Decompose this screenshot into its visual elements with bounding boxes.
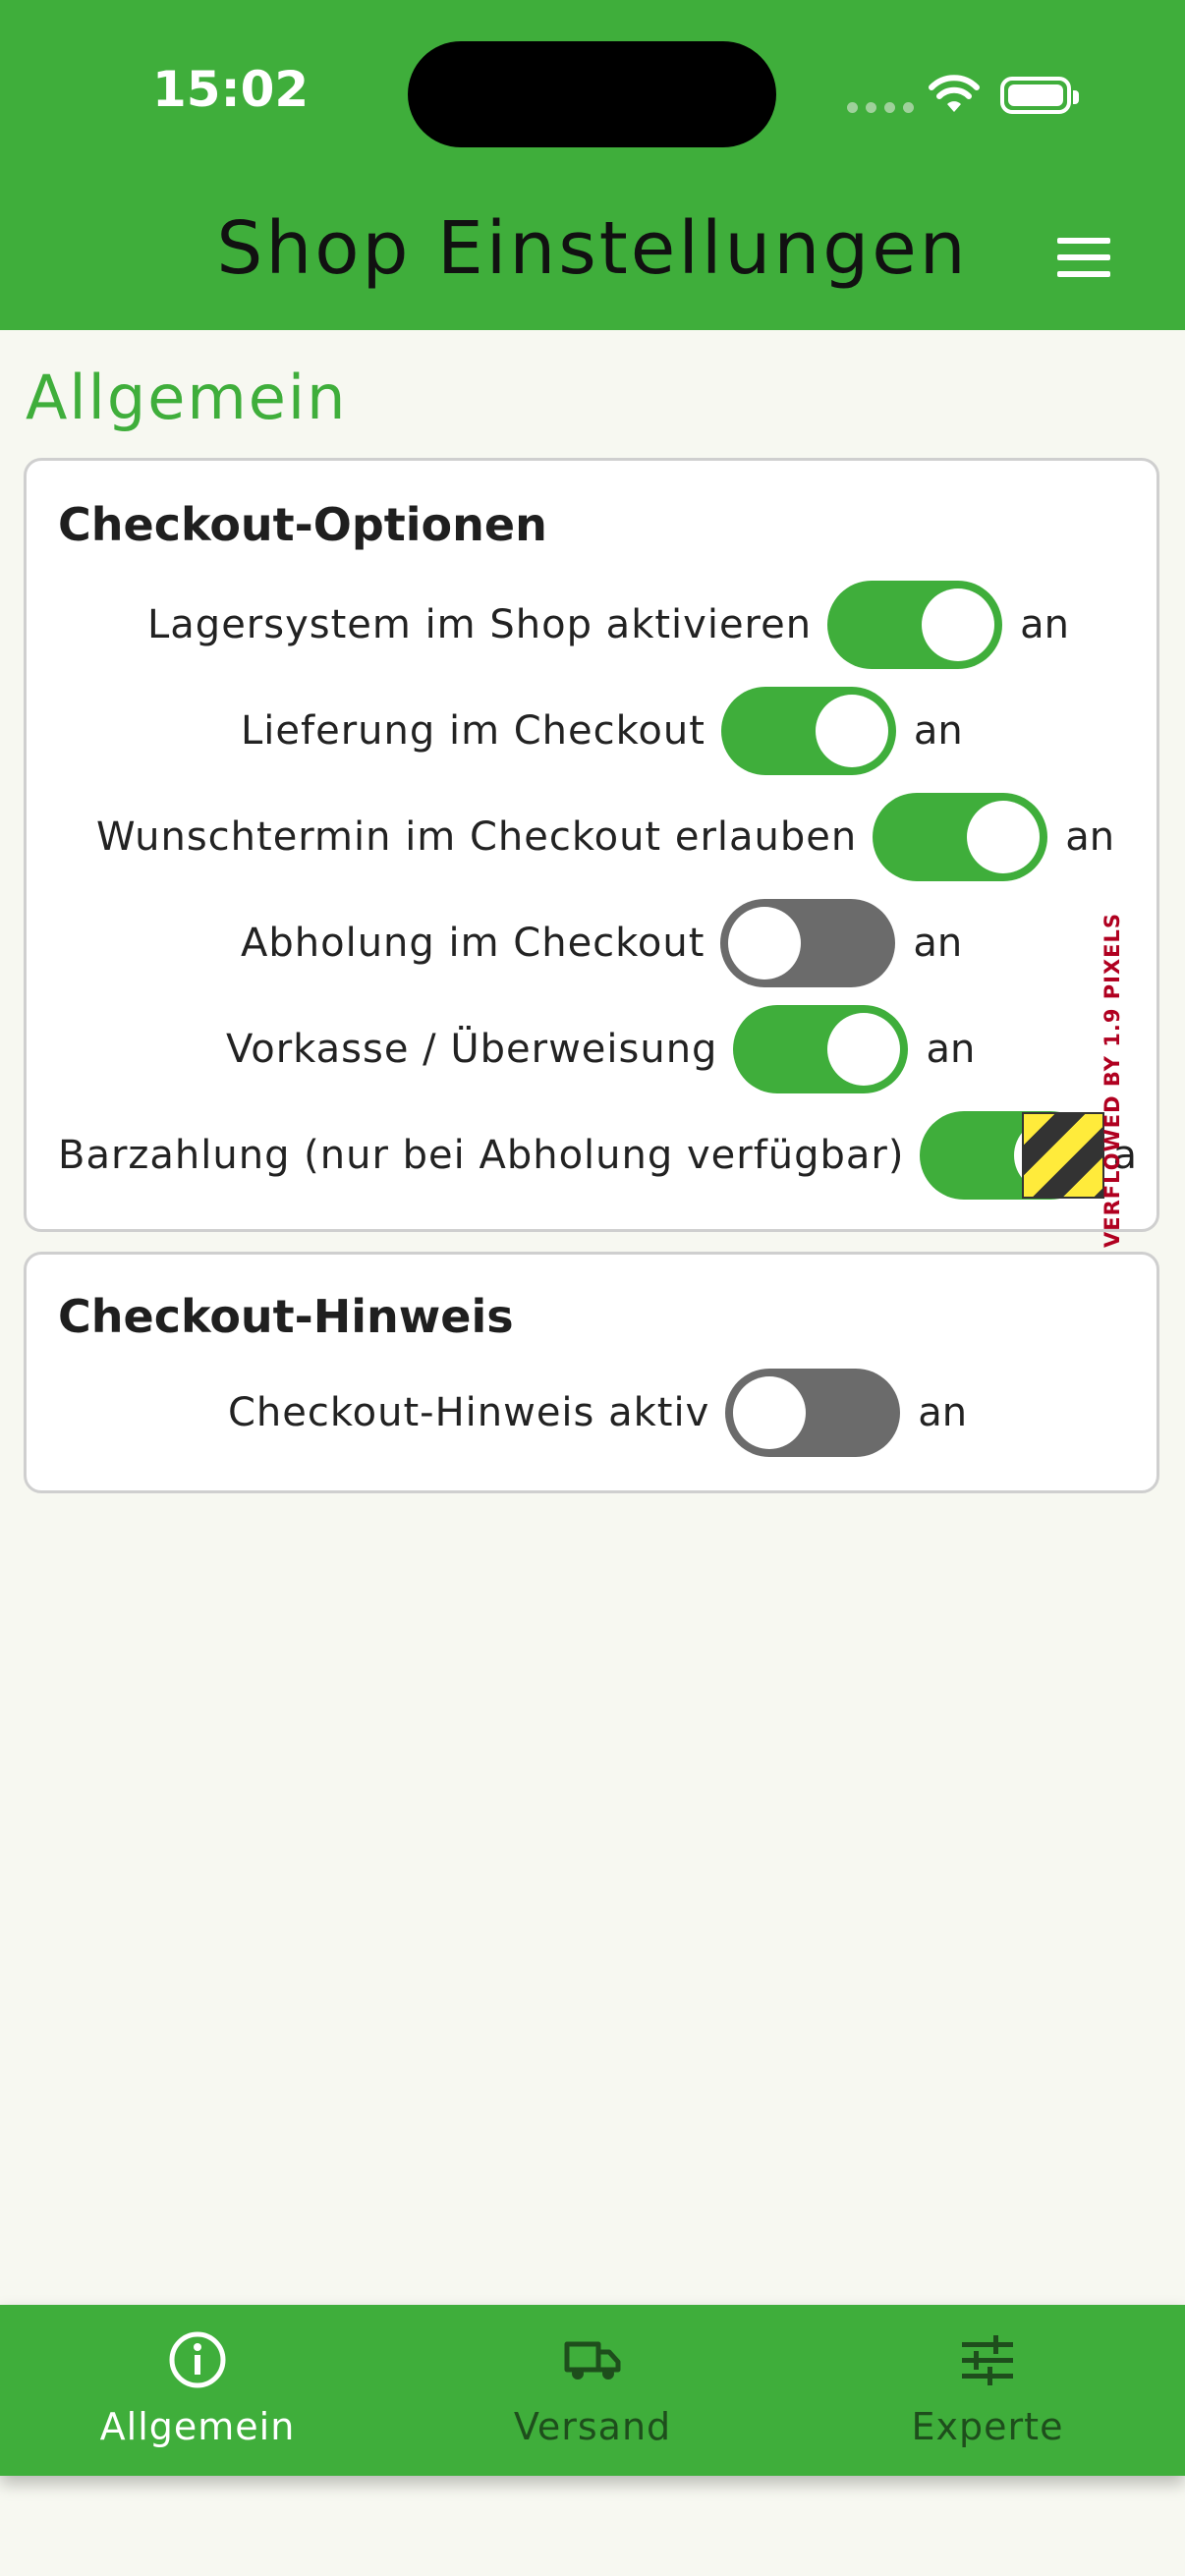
- setting-row-wunschtermin: Wunschtermin im Checkout erlauben an: [96, 793, 1114, 881]
- nav-label: Experte: [911, 2405, 1064, 2448]
- setting-state: an: [918, 1390, 968, 1435]
- setting-label: Lagersystem im Shop aktivieren: [147, 602, 813, 647]
- setting-state: an: [913, 921, 963, 966]
- nav-item-experte[interactable]: Experte: [790, 2305, 1185, 2476]
- menu-button[interactable]: [1042, 228, 1120, 287]
- nav-label: Versand: [513, 2405, 672, 2448]
- dynamic-island: [408, 41, 776, 147]
- status-time: 15:02: [152, 61, 310, 118]
- hamburger-menu-icon: [1057, 238, 1110, 244]
- section-title: Allgemein: [26, 362, 348, 433]
- setting-state: an: [1020, 602, 1069, 647]
- card-title: Checkout-Hinweis: [58, 1290, 514, 1343]
- truck-icon: [564, 2341, 621, 2380]
- overflow-warning-text: VERFLOWED BY 1.9 PIXELS: [1100, 913, 1124, 1248]
- abholung-toggle[interactable]: [720, 899, 896, 987]
- setting-state: an: [926, 1027, 976, 1072]
- setting-row-checkout-hinweis: Checkout-Hinweis aktiv an: [228, 1369, 967, 1457]
- setting-label: Vorkasse / Überweisung: [226, 1027, 718, 1072]
- bottom-navigation: Allgemein Versand Experte: [0, 2305, 1185, 2476]
- lagersystem-toggle[interactable]: [827, 581, 1003, 669]
- nav-item-versand[interactable]: Versand: [395, 2305, 790, 2476]
- setting-row-vorkasse: Vorkasse / Überweisung an: [226, 1005, 975, 1093]
- wifi-icon: [929, 75, 980, 112]
- app-bar: 15:02 Shop Einstellungen: [0, 0, 1185, 330]
- setting-label: Lieferung im Checkout: [241, 708, 705, 754]
- checkout-hint-card: Checkout-Hinweis Checkout-Hinweis aktiv …: [24, 1252, 1159, 1493]
- sliders-icon: [962, 2335, 1013, 2385]
- page-title: Shop Einstellungen: [216, 206, 969, 291]
- setting-label: Checkout-Hinweis aktiv: [228, 1390, 710, 1435]
- cellular-signal-icon: [847, 102, 914, 113]
- nav-item-allgemein[interactable]: Allgemein: [0, 2305, 395, 2476]
- setting-row-lagersystem: Lagersystem im Shop aktivieren an: [147, 581, 1069, 669]
- lieferung-toggle[interactable]: [720, 687, 896, 775]
- wunschtermin-toggle[interactable]: [873, 793, 1048, 881]
- checkout-hinweis-toggle[interactable]: [725, 1369, 901, 1457]
- battery-icon: [1000, 77, 1079, 114]
- setting-state: an: [913, 708, 963, 754]
- overflow-warning-stripe: [1022, 1112, 1104, 1199]
- nav-label: Allgemein: [99, 2405, 296, 2448]
- setting-row-barzahlung: Barzahlung (nur bei Abholung verfügbar) …: [58, 1111, 1137, 1200]
- setting-label: Barzahlung (nur bei Abholung verfügbar): [58, 1133, 905, 1178]
- setting-label: Abholung im Checkout: [241, 921, 705, 966]
- vorkasse-toggle[interactable]: [733, 1005, 909, 1093]
- checkout-options-card: Checkout-Optionen Lagersystem im Shop ak…: [24, 458, 1159, 1232]
- setting-row-lieferung: Lieferung im Checkout an: [241, 687, 963, 775]
- setting-row-abholung: Abholung im Checkout an: [241, 899, 962, 987]
- card-title: Checkout-Optionen: [58, 498, 547, 551]
- setting-state: an: [1065, 814, 1115, 860]
- info-icon: [169, 2331, 226, 2388]
- setting-label: Wunschtermin im Checkout erlauben: [96, 814, 858, 860]
